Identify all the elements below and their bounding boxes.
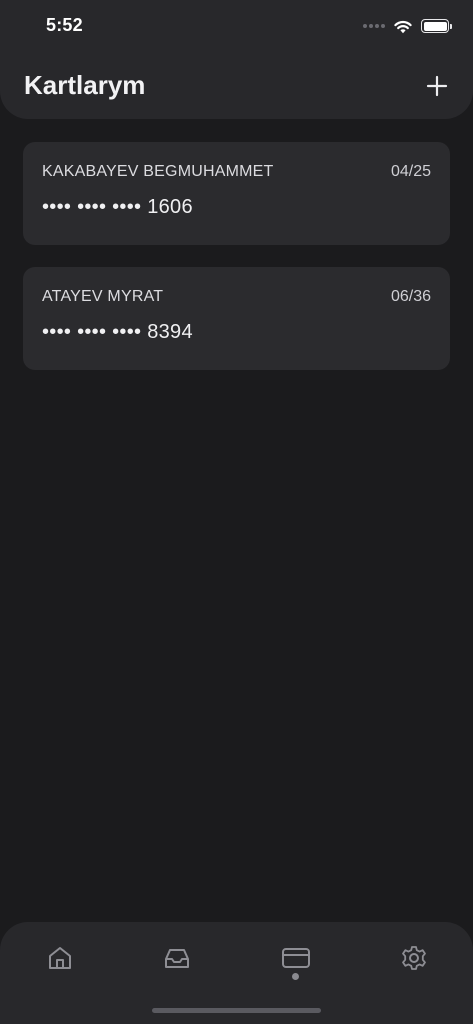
card-item[interactable]: ATAYEV MYRAT 06/36 •••• •••• •••• 8394: [23, 267, 450, 370]
inbox-icon: [165, 949, 189, 968]
tab-inbox[interactable]: [157, 938, 197, 978]
header: 5:52 Kartlarym: [0, 0, 473, 119]
tab-settings[interactable]: [394, 938, 434, 978]
gear-icon: [402, 946, 426, 970]
status-time: 5:52: [46, 15, 83, 35]
battery-icon: [421, 19, 452, 33]
cellular-signal-icon: [363, 24, 385, 28]
card-holder-name: KAKABAYEV BEGMUHAMMET: [42, 163, 274, 180]
tab-home[interactable]: [40, 938, 80, 978]
status-icons: [363, 16, 452, 36]
credit-card-icon: [282, 948, 310, 968]
wifi-icon: [394, 20, 412, 33]
card-expiry: 06/36: [390, 288, 431, 305]
card-expiry: 04/25: [390, 163, 431, 180]
card-item[interactable]: KAKABAYEV BEGMUHAMMET 04/25 •••• •••• ••…: [23, 142, 450, 245]
page-title: Kartlarym: [24, 70, 146, 100]
screen: 5:52 Kartlarym KAKABAYEV BEGMUHAMMET 04/…: [0, 0, 473, 1024]
home-indicator: [152, 1008, 321, 1013]
tab-cards[interactable]: [276, 938, 316, 978]
card-number: •••• •••• •••• 8394: [42, 321, 193, 343]
plus-icon: [426, 75, 448, 97]
active-tab-indicator: [292, 973, 299, 980]
add-card-button[interactable]: [421, 70, 453, 102]
home-icon: [49, 947, 71, 969]
card-holder-name: ATAYEV MYRAT: [42, 288, 164, 305]
card-number: •••• •••• •••• 1606: [42, 196, 193, 218]
